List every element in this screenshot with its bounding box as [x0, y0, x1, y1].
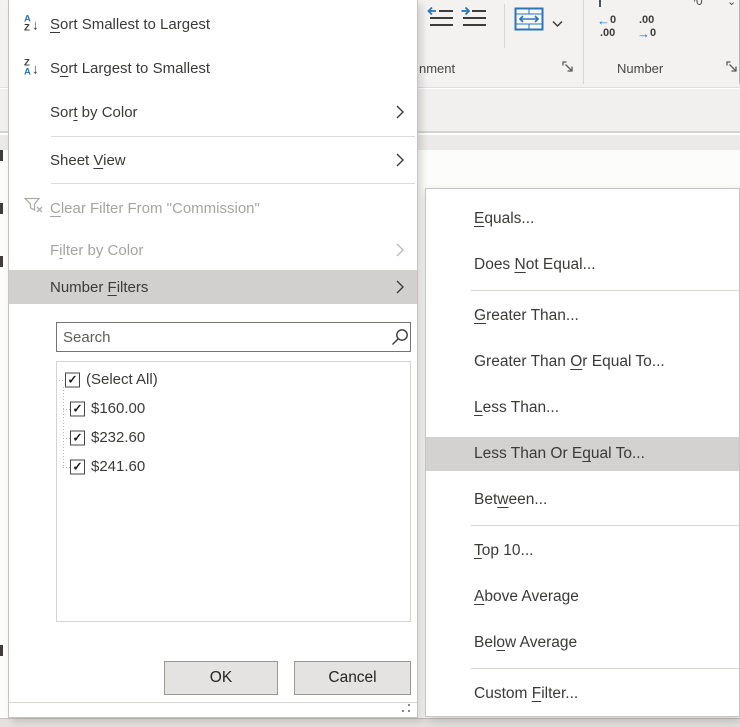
decrease-decimal-button[interactable]: .00 →0 — [637, 14, 656, 40]
ok-button[interactable]: OK — [164, 661, 278, 695]
submenu-item-does-not-equal[interactable]: Does Not Equal... — [426, 242, 739, 288]
menu-item-label: Number Filters — [50, 279, 148, 296]
menu-separator — [471, 525, 739, 526]
submenu-item-custom-filter[interactable]: Custom Filter... — [426, 671, 739, 717]
resize-grip[interactable] — [402, 704, 412, 714]
search-input[interactable] — [56, 322, 411, 352]
submenu-item-greater-than-or-equal-to[interactable]: Greater Than Or Equal To... — [426, 339, 739, 385]
submenu-item-between[interactable]: Between... — [426, 477, 739, 523]
increase-decimal-button[interactable]: ←0 .00 — [597, 14, 616, 40]
menu-item-label: Sort Smallest to Largest — [50, 16, 210, 33]
submenu-item-equals[interactable]: Equals... — [426, 196, 739, 242]
menu-separator — [471, 668, 739, 669]
submenu-item-above-average[interactable]: Above Average — [426, 574, 739, 620]
submenu-chevron-icon — [396, 280, 404, 294]
decrease-indent-icon — [427, 6, 455, 30]
submenu-item-top-10[interactable]: Top 10... — [426, 528, 739, 574]
menu-footer — [9, 702, 417, 717]
menu-item-label: Sheet View — [50, 152, 126, 169]
search-icon[interactable] — [391, 328, 409, 351]
list-item-label: (Select All) — [86, 371, 158, 388]
menu-item-filter-by-color: Filter by Color — [9, 230, 417, 270]
list-item-value[interactable]: ✓ $160.00 — [57, 394, 410, 423]
ribbon-group-separator — [583, 0, 584, 84]
menu-item-number-filters[interactable]: Number Filters — [9, 270, 417, 304]
menu-item-sort-smallest-to-largest[interactable]: AZ ↓ Sort Smallest to Largest — [9, 2, 417, 46]
increase-indent-icon — [460, 6, 488, 30]
cancel-button[interactable]: Cancel — [294, 661, 411, 695]
dialog-launcher-icon — [726, 61, 739, 74]
list-item-label: $232.60 — [91, 429, 145, 446]
alignment-group-label: nment — [419, 61, 455, 76]
submenu-chevron-icon — [396, 243, 404, 257]
alignment-dialog-launcher[interactable] — [562, 61, 575, 79]
number-filters-submenu: Equals... Does Not Equal... Greater Than… — [425, 188, 740, 717]
submenu-chevron-icon — [396, 105, 404, 119]
menu-item-label: Sort by Color — [50, 104, 138, 121]
list-item-label: $160.00 — [91, 400, 145, 417]
sort-az-icon: AZ ↓ — [24, 16, 39, 33]
submenu-item-greater-than[interactable]: Greater Than... — [426, 293, 739, 339]
merge-dropdown-button[interactable] — [552, 15, 563, 33]
submenu-item-less-than-or-equal-to[interactable]: Less Than Or Equal To... — [426, 437, 739, 471]
menu-separator — [51, 183, 415, 184]
submenu-item-below-average[interactable]: Below Average — [426, 620, 739, 666]
menu-item-sort-by-color[interactable]: Sort by Color — [9, 90, 417, 134]
checkbox[interactable]: ✓ — [70, 401, 85, 416]
selection-ant-dash — [0, 645, 3, 656]
bottom-strip — [0, 718, 740, 727]
ribbon-separator — [504, 4, 505, 48]
list-item-value[interactable]: ✓ $241.60 — [57, 452, 410, 481]
list-item-value[interactable]: ✓ $232.60 — [57, 423, 410, 452]
menu-separator — [471, 290, 739, 291]
merge-and-center-button[interactable] — [514, 7, 544, 36]
clear-filter-icon — [24, 198, 44, 219]
selection-ant-dash — [0, 256, 3, 267]
dialog-launcher-icon — [562, 61, 575, 74]
filter-value-list: ✓ (Select All) ✓ $160.00 ✓ $232.60 ✓ $24… — [56, 361, 411, 622]
list-item-label: $241.60 — [91, 458, 145, 475]
menu-item-clear-filter: Clear Filter From "Commission" — [9, 186, 417, 230]
autofilter-dropdown-menu: AZ ↓ Sort Smallest to Largest ZA ↓ Sort … — [8, 0, 418, 718]
selection-ant-dash — [0, 150, 3, 161]
right-arrow-icon: → — [637, 28, 650, 39]
decrease-indent-button[interactable] — [427, 6, 455, 35]
menu-item-label: Sort Largest to Smallest — [50, 60, 210, 77]
chevron-down-icon — [552, 20, 563, 28]
sort-za-icon: ZA ↓ — [24, 60, 39, 77]
menu-item-label: Clear Filter From "Commission" — [50, 200, 260, 217]
clipped-icon-fragment: ⁄0 — [694, 0, 703, 8]
menu-item-label: Filter by Color — [50, 242, 143, 259]
left-arrow-icon: ← — [597, 15, 610, 26]
number-dialog-launcher[interactable] — [726, 61, 739, 79]
menu-item-sheet-view[interactable]: Sheet View — [9, 139, 417, 181]
merge-center-icon — [514, 7, 544, 31]
clipped-icon-fragment — [599, 0, 601, 7]
selection-ant-dash — [0, 203, 3, 214]
menu-separator — [51, 136, 415, 137]
checkbox[interactable]: ✓ — [65, 372, 80, 387]
number-group-label: Number — [617, 61, 663, 76]
checkbox[interactable]: ✓ — [70, 430, 85, 445]
submenu-item-less-than[interactable]: Less Than... — [426, 385, 739, 431]
checkbox[interactable]: ✓ — [70, 459, 85, 474]
increase-indent-button[interactable] — [460, 6, 488, 35]
menu-item-sort-largest-to-smallest[interactable]: ZA ↓ Sort Largest to Smallest — [9, 46, 417, 90]
clipped-icon-fragment: ⌄ — [727, 0, 736, 6]
submenu-chevron-icon — [396, 153, 404, 167]
list-item-select-all[interactable]: ✓ (Select All) — [57, 365, 410, 394]
